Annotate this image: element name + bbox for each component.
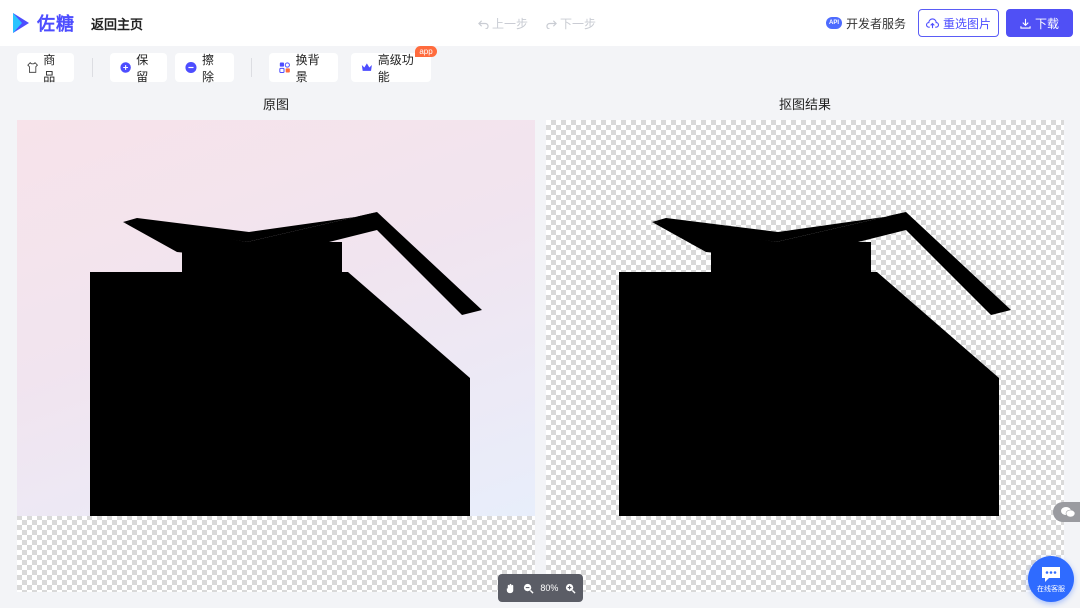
toolbar-divider bbox=[92, 58, 93, 77]
logo-text: 佐糖 bbox=[37, 14, 75, 34]
crown-icon bbox=[361, 63, 372, 71]
redo-label: 下一步 bbox=[560, 16, 597, 31]
original-image-title: 原图 bbox=[262, 97, 289, 112]
api-icon: API bbox=[826, 17, 842, 29]
minus-circle-icon bbox=[185, 61, 197, 74]
top-header: 佐糖 返回主页 上一步 下一步 API 开发者服务 重选图片 下载 bbox=[0, 0, 1080, 46]
chat-bubble-icon bbox=[1042, 566, 1060, 582]
developer-service-link[interactable]: API 开发者服务 bbox=[826, 0, 906, 46]
developer-service-label: 开发者服务 bbox=[846, 16, 907, 31]
change-background-label: 换背景 bbox=[295, 52, 320, 84]
keep-label: 保留 bbox=[136, 52, 149, 84]
toolbar-divider bbox=[251, 58, 252, 77]
original-building-image: .o .roof{fill:#5a46d6}.o .roof-top{fill:… bbox=[17, 120, 535, 516]
undo-icon bbox=[478, 19, 489, 29]
back-home-link[interactable]: 返回主页 bbox=[91, 14, 143, 33]
hand-icon[interactable] bbox=[505, 583, 516, 594]
reselect-image-button[interactable]: 重选图片 bbox=[918, 9, 999, 37]
zoom-level: 80% bbox=[540, 583, 559, 593]
cutout-building-image: .r .roof{fill:#5f6452}.r .roof-top{fill:… bbox=[546, 120, 1064, 516]
app-badge: app bbox=[415, 46, 437, 57]
download-icon bbox=[1020, 18, 1031, 29]
erase-label: 擦除 bbox=[201, 52, 214, 84]
original-image-panel[interactable]: .o .roof{fill:#5a46d6}.o .roof-top{fill:… bbox=[17, 120, 535, 592]
keep-button[interactable]: 保留 bbox=[110, 52, 167, 84]
reselect-image-label: 重选图片 bbox=[942, 16, 991, 31]
cutout-result-panel[interactable]: .r .roof{fill:#5f6452}.r .roof-top{fill:… bbox=[546, 120, 1064, 592]
download-button[interactable]: 下载 bbox=[1006, 9, 1073, 37]
advanced-features-button[interactable]: 高级功能 bbox=[351, 53, 431, 84]
change-background-button[interactable]: 换背景 bbox=[269, 52, 338, 84]
redo-icon bbox=[546, 19, 557, 29]
cutout-result-title: 抠图结果 bbox=[778, 97, 831, 112]
zoom-controls: 80% bbox=[498, 574, 583, 602]
shirt-icon bbox=[27, 62, 38, 73]
online-service-label: 在线客服 bbox=[1037, 585, 1065, 593]
logo[interactable]: 佐糖 bbox=[10, 0, 75, 46]
history-controls: 上一步 下一步 bbox=[478, 0, 596, 46]
upload-cloud-icon bbox=[925, 17, 939, 28]
online-service-button[interactable]: 在线客服 bbox=[1028, 556, 1074, 602]
undo-button[interactable]: 上一步 bbox=[478, 15, 528, 32]
zoom-out-icon[interactable] bbox=[523, 583, 534, 594]
zuotang-logo-icon bbox=[13, 13, 29, 33]
product-label: 商品 bbox=[43, 52, 56, 84]
plus-circle-icon bbox=[120, 62, 131, 73]
redo-button[interactable]: 下一步 bbox=[546, 15, 596, 32]
product-button[interactable]: 商品 bbox=[17, 52, 74, 84]
zoom-in-icon[interactable] bbox=[565, 583, 576, 594]
download-label: 下载 bbox=[1034, 16, 1059, 31]
erase-button[interactable]: 擦除 bbox=[175, 52, 234, 84]
undo-label: 上一步 bbox=[492, 16, 529, 31]
wechat-button[interactable] bbox=[1053, 502, 1080, 522]
wechat-icon bbox=[1061, 507, 1076, 518]
background-icon bbox=[279, 62, 290, 74]
